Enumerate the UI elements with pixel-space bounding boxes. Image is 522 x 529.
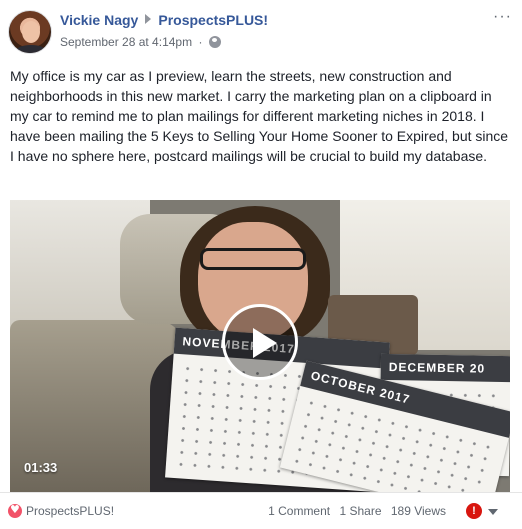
video-duration: 01:33 [24,460,58,475]
video-player[interactable]: NOVEMBER 2017 DECEMBER 20 OCTOBER 2017 0… [10,200,510,492]
facebook-post: Vickie Nagy ProspectsPLUS! September 28 a… [0,0,522,529]
views-count[interactable]: 189 Views [391,504,446,518]
post-timestamp[interactable]: September 28 at 4:14pm [60,35,192,49]
post-stats: 1 Comment 1 Share 189 Views [262,504,446,518]
post-header: Vickie Nagy ProspectsPLUS! September 28 a… [0,0,522,64]
heart-icon [8,503,22,518]
arrow-right-icon [145,14,152,24]
page-name-link[interactable]: ProspectsPLUS! [158,12,268,28]
chevron-down-icon[interactable] [488,509,498,515]
post-meta: September 28 at 4:14pm · [60,35,221,49]
post-footer: ProspectsPLUS! 1 Comment 1 Share 189 Vie… [0,492,522,529]
page-link-label: ProspectsPLUS! [26,504,115,518]
author-name-link[interactable]: Vickie Nagy [60,12,138,28]
shares-count[interactable]: 1 Share [339,504,381,518]
author-avatar[interactable] [8,10,52,54]
page-reaction-link[interactable]: ProspectsPLUS! [8,503,115,518]
play-button[interactable] [222,304,298,380]
globe-icon[interactable] [208,36,221,48]
separator-dot: · [198,35,203,49]
glasses [200,248,306,270]
post-text: My office is my car as I preview, learn … [10,68,509,164]
more-options-icon[interactable]: ··· [493,9,512,25]
alert-icon[interactable]: ! [466,503,482,519]
post-title: Vickie Nagy ProspectsPLUS! [60,12,268,28]
comments-count[interactable]: 1 Comment [268,504,330,518]
